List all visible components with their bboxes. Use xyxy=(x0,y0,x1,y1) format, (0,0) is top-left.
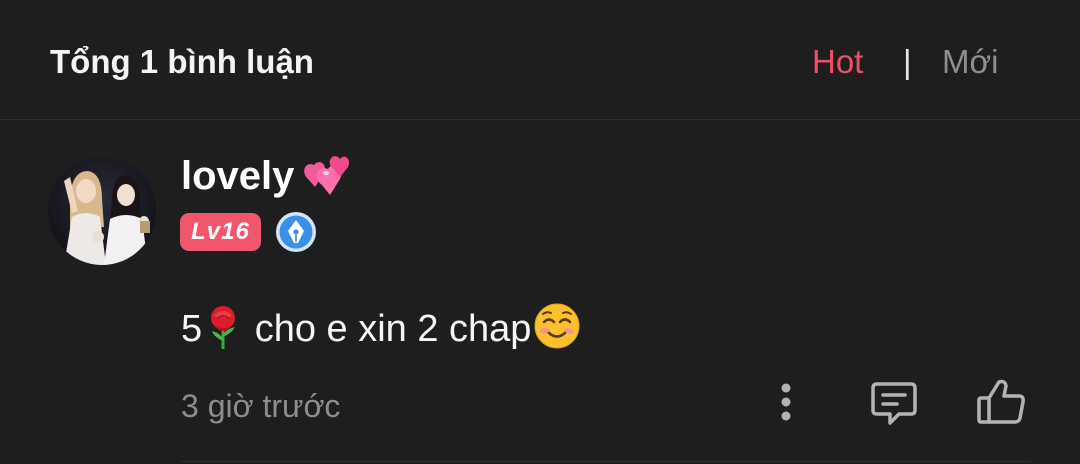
reply-comment-icon[interactable] xyxy=(868,378,920,428)
sort-new-tab[interactable]: Mới xyxy=(942,40,998,84)
rose-icon xyxy=(211,306,236,349)
comment-text-main: cho e xin 2 chap xyxy=(244,308,532,350)
comment-count-title: Tổng 1 bình luận xyxy=(50,43,314,80)
sort-divider: | xyxy=(903,43,912,80)
comment-text-number: 5 xyxy=(181,308,203,350)
avatar[interactable] xyxy=(48,157,156,265)
comments-header: Tổng 1 bình luận Hot | Mới xyxy=(0,0,1080,120)
comment-body: 5 cho e xin 2 chap xyxy=(181,302,581,354)
thumbs-up-icon[interactable] xyxy=(975,376,1027,428)
more-vertical-icon[interactable] xyxy=(770,380,802,424)
comment-timestamp: 3 giờ trước xyxy=(181,388,341,424)
avatar-image xyxy=(48,157,156,265)
sort-hot-tab[interactable]: Hot xyxy=(812,40,863,84)
comments-panel: Tổng 1 bình luận Hot | Mới lovely Lv16 5… xyxy=(0,0,1080,464)
comment-divider xyxy=(181,461,1031,462)
pen-nib-badge-icon xyxy=(276,212,316,252)
smiling-face-icon xyxy=(534,303,580,349)
username[interactable]: lovely xyxy=(181,150,294,202)
level-badge: Lv16 xyxy=(180,213,261,251)
two-hearts-icon xyxy=(304,156,350,195)
